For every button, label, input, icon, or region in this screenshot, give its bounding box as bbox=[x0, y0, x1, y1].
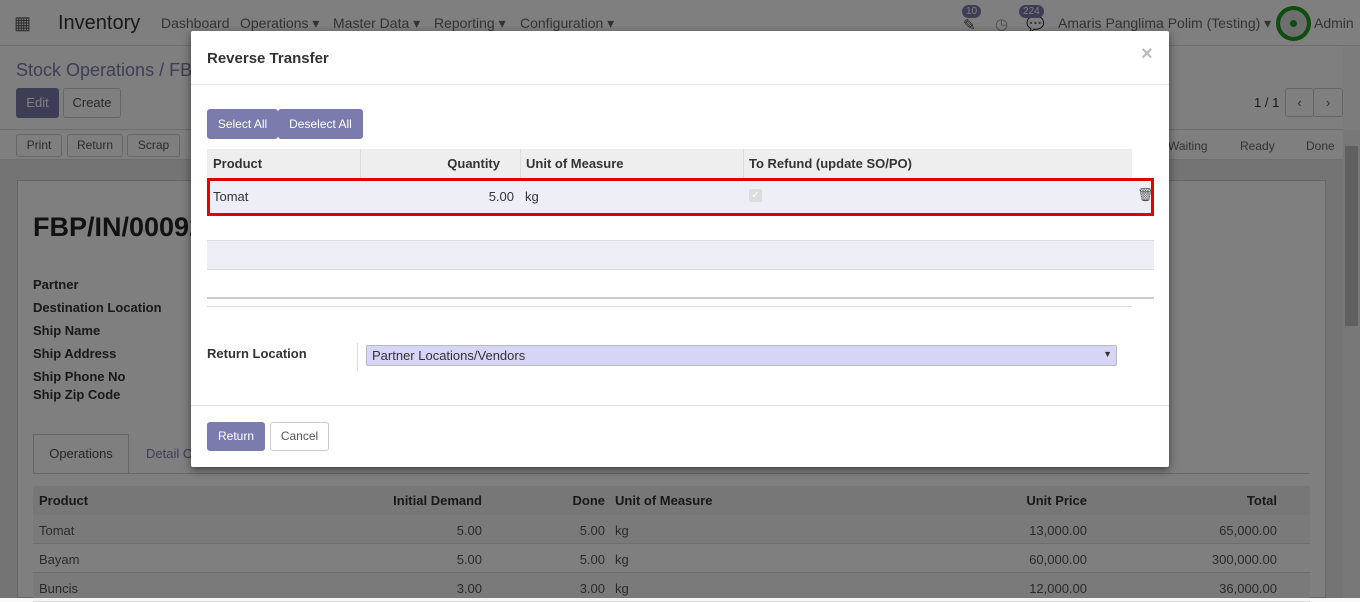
return-location-label: Return Location bbox=[207, 346, 307, 361]
line-product[interactable]: Tomat bbox=[213, 189, 248, 204]
col-to-refund: To Refund (update SO/PO) bbox=[743, 149, 912, 178]
close-icon[interactable]: × bbox=[1141, 43, 1153, 66]
reverse-transfer-dialog: Reverse Transfer × Select All Deselect A… bbox=[191, 31, 1169, 467]
empty-row bbox=[207, 240, 1154, 270]
return-line-row[interactable]: Tomat 5.00 kg ✓ 🗑 bbox=[207, 178, 1154, 216]
return-confirm-button[interactable]: Return bbox=[207, 422, 265, 451]
line-uom[interactable]: kg bbox=[525, 189, 539, 204]
line-quantity[interactable]: 5.00 bbox=[360, 189, 514, 204]
deselect-all-button[interactable]: Deselect All bbox=[278, 109, 363, 139]
return-location-value: Partner Locations/Vendors bbox=[372, 348, 526, 363]
col-unit-of-measure: Unit of Measure bbox=[520, 149, 624, 178]
to-refund-checkbox[interactable]: ✓ bbox=[749, 189, 762, 202]
trash-icon[interactable]: 🗑 bbox=[1137, 187, 1154, 203]
dialog-title: Reverse Transfer bbox=[207, 50, 329, 67]
return-location-select[interactable]: Partner Locations/Vendors ▼ bbox=[366, 345, 1117, 366]
col-quantity: Quantity bbox=[360, 149, 500, 178]
dropdown-caret-icon: ▼ bbox=[1103, 349, 1112, 359]
col-product: Product bbox=[213, 156, 263, 171]
cancel-button[interactable]: Cancel bbox=[270, 422, 329, 451]
return-lines-header: Product Quantity Unit of Measure To Refu… bbox=[207, 149, 1132, 178]
select-all-button[interactable]: Select All bbox=[207, 109, 278, 139]
